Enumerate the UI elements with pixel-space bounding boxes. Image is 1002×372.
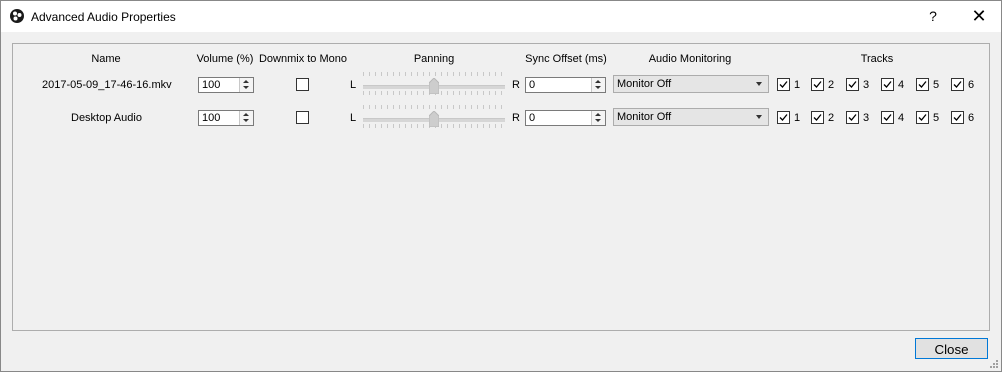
track-label: 3 bbox=[863, 79, 870, 91]
source-name: 2017-05-09_17-46-16.mkv bbox=[42, 79, 172, 91]
volume-spinbox[interactable]: 100 bbox=[198, 110, 254, 126]
checkmark-icon bbox=[918, 81, 927, 88]
header-tracks: Tracks bbox=[860, 53, 894, 65]
header-name: Name bbox=[91, 53, 121, 65]
checkmark-icon bbox=[779, 81, 788, 88]
track-label: 1 bbox=[794, 112, 801, 124]
track-checkbox[interactable] bbox=[846, 111, 859, 124]
header-volume: Volume (%) bbox=[196, 53, 254, 65]
track-label: 1 bbox=[794, 79, 801, 91]
track-checkbox[interactable] bbox=[846, 78, 859, 91]
pan-left-label: L bbox=[350, 112, 357, 124]
checkmark-icon bbox=[883, 81, 892, 88]
track-label: 4 bbox=[898, 79, 905, 91]
track-label: 3 bbox=[863, 112, 870, 124]
chevron-down-icon bbox=[756, 115, 762, 119]
track-label: 6 bbox=[968, 79, 975, 91]
checkmark-icon bbox=[918, 114, 927, 121]
close-icon[interactable]: ✕ bbox=[964, 5, 994, 27]
checkmark-icon bbox=[848, 81, 857, 88]
track-checkbox[interactable] bbox=[916, 111, 929, 124]
slider-handle-icon[interactable] bbox=[429, 78, 439, 94]
track-label: 5 bbox=[933, 112, 940, 124]
obs-logo-icon bbox=[10, 9, 24, 23]
track-checkbox[interactable] bbox=[811, 111, 824, 124]
checkmark-icon bbox=[953, 114, 962, 121]
sync-offset-spinbox[interactable]: 0 bbox=[525, 110, 606, 126]
track-checkbox[interactable] bbox=[881, 111, 894, 124]
spin-arrows-icon[interactable] bbox=[239, 111, 253, 125]
checkmark-icon bbox=[813, 114, 822, 121]
checkmark-icon bbox=[953, 81, 962, 88]
track-label: 4 bbox=[898, 112, 905, 124]
source-name: Desktop Audio bbox=[71, 112, 142, 124]
spin-arrows-icon[interactable] bbox=[591, 78, 605, 92]
track-label: 6 bbox=[968, 112, 975, 124]
help-icon[interactable]: ? bbox=[921, 5, 945, 27]
checkmark-icon bbox=[813, 81, 822, 88]
pan-left-label: L bbox=[350, 79, 357, 91]
downmix-checkbox[interactable] bbox=[296, 78, 309, 91]
checkmark-icon bbox=[848, 114, 857, 121]
track-checkbox[interactable] bbox=[777, 78, 790, 91]
title-bar[interactable]: Advanced Audio Properties ? ✕ bbox=[1, 1, 1001, 32]
header-sync-offset: Sync Offset (ms) bbox=[525, 53, 607, 65]
resize-grip-icon[interactable] bbox=[989, 359, 999, 369]
header-panning: Panning bbox=[413, 53, 455, 65]
monitoring-dropdown[interactable]: Monitor Off bbox=[613, 75, 769, 93]
track-label: 2 bbox=[828, 112, 835, 124]
track-checkbox[interactable] bbox=[951, 111, 964, 124]
spin-arrows-icon[interactable] bbox=[591, 111, 605, 125]
chevron-down-icon bbox=[756, 82, 762, 86]
volume-spinbox[interactable]: 100 bbox=[198, 77, 254, 93]
window-title: Advanced Audio Properties bbox=[31, 10, 176, 24]
track-label: 2 bbox=[828, 79, 835, 91]
checkmark-icon bbox=[883, 114, 892, 121]
monitoring-dropdown[interactable]: Monitor Off bbox=[613, 108, 769, 126]
pan-right-label: R bbox=[512, 112, 520, 124]
spin-arrows-icon[interactable] bbox=[239, 78, 253, 92]
slider-handle-icon[interactable] bbox=[429, 111, 439, 127]
track-label: 5 bbox=[933, 79, 940, 91]
track-checkbox[interactable] bbox=[951, 78, 964, 91]
downmix-checkbox[interactable] bbox=[296, 111, 309, 124]
track-checkbox[interactable] bbox=[916, 78, 929, 91]
track-checkbox[interactable] bbox=[777, 111, 790, 124]
pan-right-label: R bbox=[512, 79, 520, 91]
checkmark-icon bbox=[779, 114, 788, 121]
close-button[interactable]: Close bbox=[915, 338, 988, 359]
track-checkbox[interactable] bbox=[881, 78, 894, 91]
header-downmix: Downmix to Mono bbox=[258, 53, 348, 65]
sync-offset-spinbox[interactable]: 0 bbox=[525, 77, 606, 93]
header-audio-monitoring: Audio Monitoring bbox=[648, 53, 732, 65]
track-checkbox[interactable] bbox=[811, 78, 824, 91]
